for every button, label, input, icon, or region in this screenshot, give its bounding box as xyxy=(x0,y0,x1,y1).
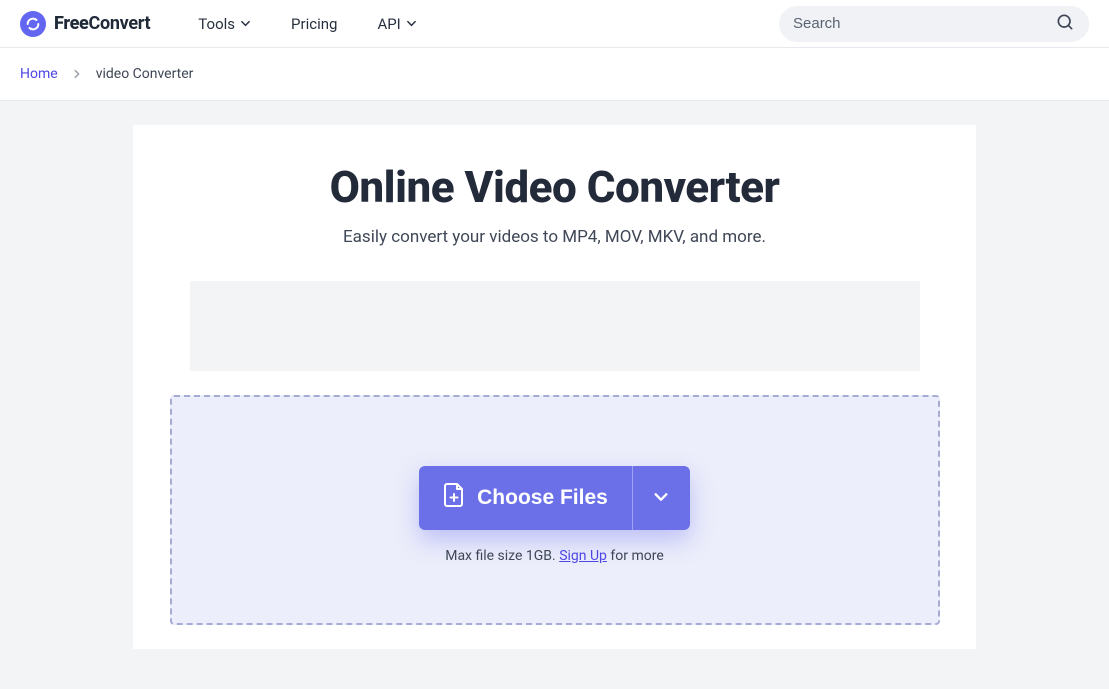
breadcrumb: Home video Converter xyxy=(0,48,1109,101)
choose-files-more-button[interactable] xyxy=(632,466,690,530)
logo-convert: Convert xyxy=(89,13,151,34)
upload-hint-prefix: Max file size 1GB. xyxy=(445,548,559,564)
upload-hint-suffix: for more xyxy=(607,548,664,564)
site-logo[interactable]: FreeConvert xyxy=(20,11,150,37)
primary-nav: Tools Pricing API xyxy=(198,15,416,33)
file-add-icon xyxy=(443,482,465,514)
upload-hint: Max file size 1GB. Sign Up for more xyxy=(445,548,664,564)
choose-files-group: Choose Files xyxy=(419,466,690,530)
page-body: Online Video Converter Easily convert yo… xyxy=(0,101,1109,689)
search-input[interactable] xyxy=(793,15,1055,32)
nav-api-label: API xyxy=(377,15,400,33)
search-icon[interactable] xyxy=(1055,12,1075,36)
nav-pricing-label: Pricing xyxy=(291,15,337,33)
breadcrumb-current: video Converter xyxy=(96,66,194,82)
signup-link[interactable]: Sign Up xyxy=(559,548,607,564)
choose-files-button[interactable]: Choose Files xyxy=(419,466,632,530)
ad-placeholder xyxy=(190,281,920,371)
page-subtitle: Easily convert your videos to MP4, MOV, … xyxy=(165,227,944,247)
search-box[interactable] xyxy=(779,6,1089,42)
chevron-right-icon xyxy=(72,69,82,79)
logo-icon xyxy=(20,11,46,37)
file-dropzone[interactable]: Choose Files Max file size 1GB. Sign Up … xyxy=(170,395,940,625)
logo-free: Free xyxy=(54,13,89,34)
nav-pricing[interactable]: Pricing xyxy=(291,15,337,33)
logo-text: FreeConvert xyxy=(54,13,150,34)
choose-files-label: Choose Files xyxy=(477,486,608,510)
site-header: FreeConvert Tools Pricing API xyxy=(0,0,1109,48)
nav-tools[interactable]: Tools xyxy=(198,15,251,33)
main-card: Online Video Converter Easily convert yo… xyxy=(133,125,976,649)
nav-tools-label: Tools xyxy=(198,15,235,33)
breadcrumb-home[interactable]: Home xyxy=(20,66,58,82)
page-title: Online Video Converter xyxy=(165,161,944,213)
nav-api[interactable]: API xyxy=(377,15,416,33)
chevron-down-icon xyxy=(240,18,251,29)
chevron-down-icon xyxy=(653,489,669,508)
chevron-down-icon xyxy=(406,18,417,29)
